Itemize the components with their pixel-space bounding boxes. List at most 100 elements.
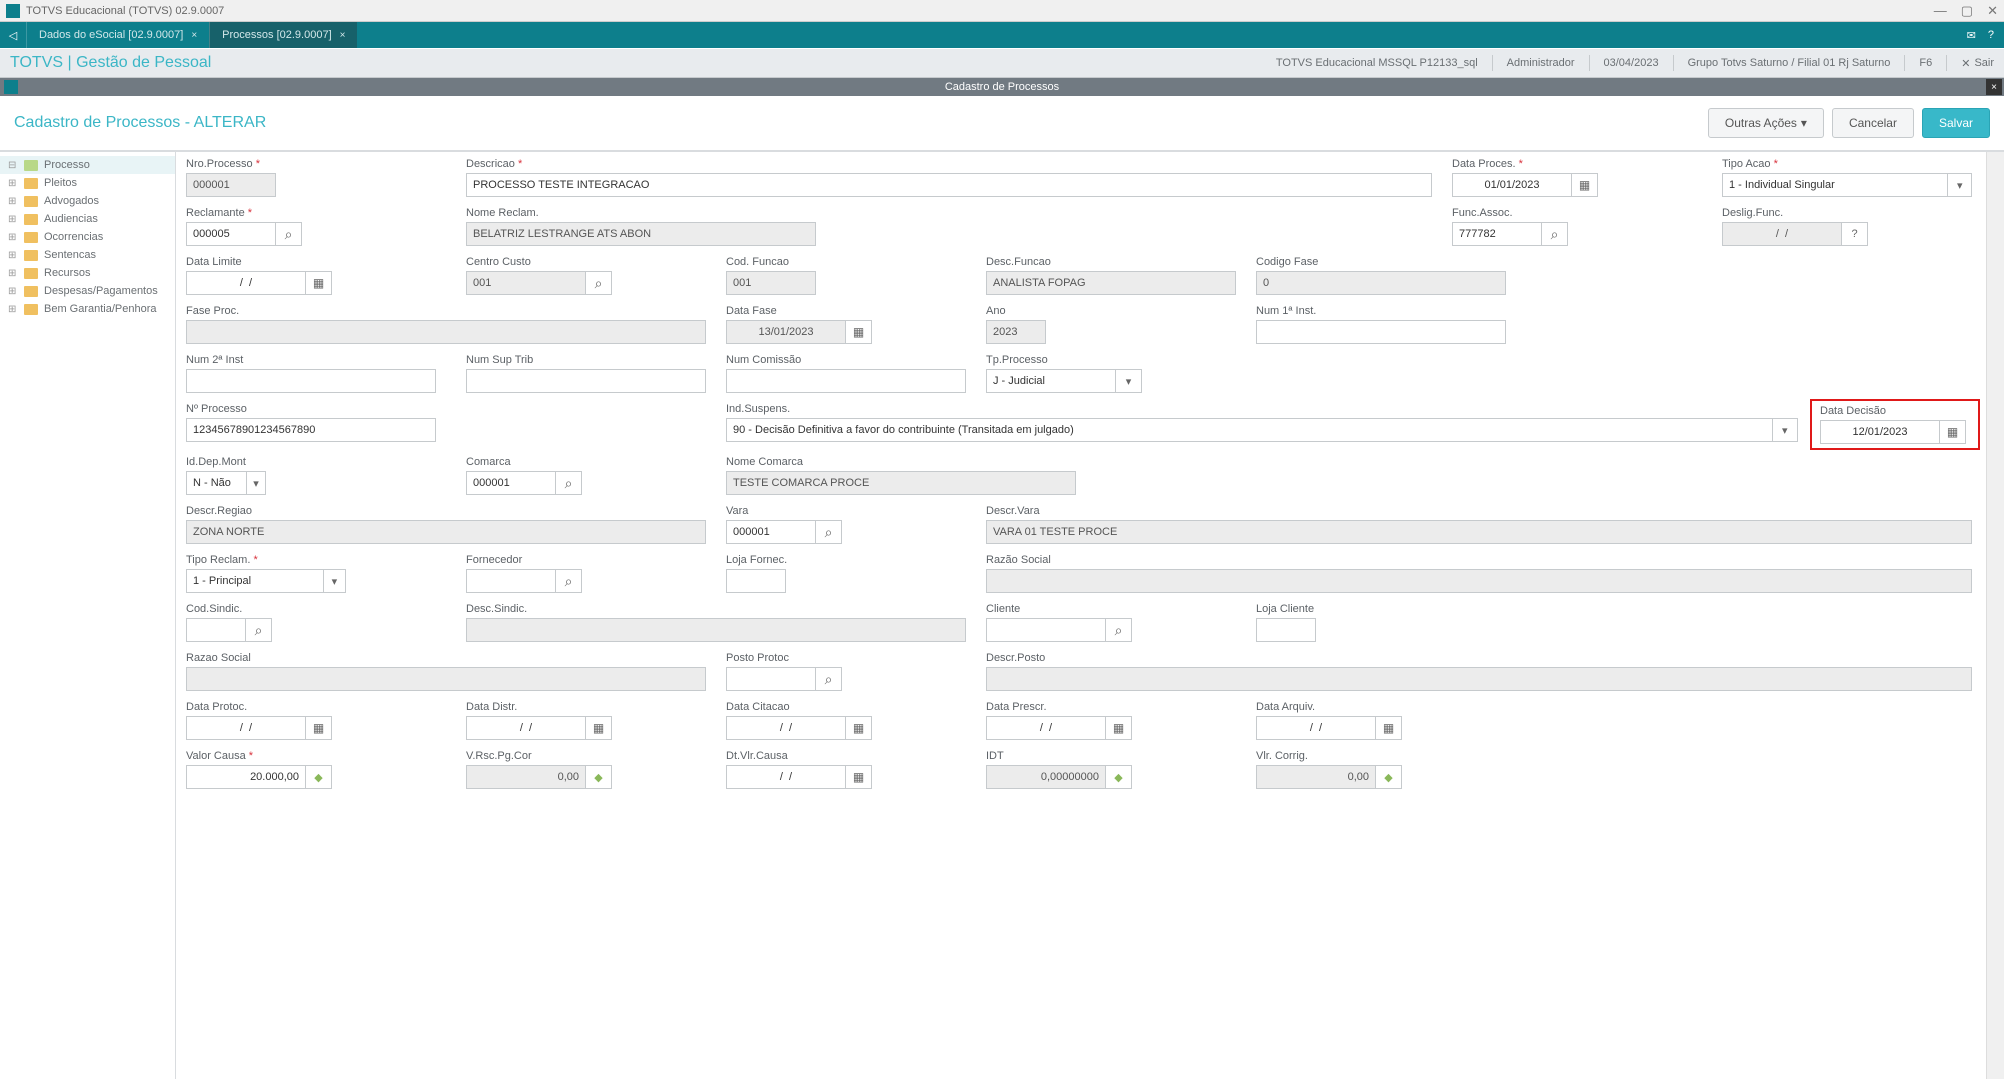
money-icon[interactable] (306, 765, 332, 789)
search-icon[interactable] (276, 222, 302, 246)
tree-node-garantia[interactable]: ⊞Bem Garantia/Penhora (0, 300, 175, 318)
search-icon[interactable] (1542, 222, 1568, 246)
cliente-input[interactable] (986, 618, 1106, 642)
comarca-input[interactable] (466, 471, 556, 495)
dropdown-icon[interactable] (1948, 173, 1972, 197)
tipoacao-select[interactable]: 1 - Individual Singular (1722, 173, 1948, 197)
dataproces-input[interactable] (1452, 173, 1572, 197)
expand-icon[interactable]: ⊞ (8, 178, 18, 189)
calendar-icon[interactable] (1572, 173, 1598, 197)
search-icon[interactable] (1106, 618, 1132, 642)
subwindow-header: Cadastro de Processos × (0, 78, 2004, 96)
search-icon[interactable] (816, 667, 842, 691)
scrollbar[interactable] (1986, 152, 2004, 1079)
search-icon[interactable] (816, 520, 842, 544)
money-icon[interactable] (1106, 765, 1132, 789)
money-icon[interactable] (586, 765, 612, 789)
descrregiao-input (186, 520, 706, 544)
expand-icon[interactable]: ⊞ (8, 196, 18, 207)
calendar-icon[interactable] (306, 271, 332, 295)
salvar-button[interactable]: Salvar (1922, 108, 1990, 138)
tree-node-sentencas[interactable]: ⊞Sentencas (0, 246, 175, 264)
expand-icon[interactable]: ⊟ (8, 160, 18, 171)
mail-icon[interactable]: ✉ (1967, 29, 1976, 42)
descricao-input[interactable] (466, 173, 1432, 197)
search-icon[interactable] (556, 471, 582, 495)
calendar-icon[interactable] (586, 716, 612, 740)
search-icon[interactable] (556, 569, 582, 593)
dataprotoc-input[interactable] (186, 716, 306, 740)
tpprocesso-select[interactable]: J - Judicial (986, 369, 1116, 393)
valorcausa-input[interactable] (186, 765, 306, 789)
reclamante-input[interactable] (186, 222, 276, 246)
numcomissao-input[interactable] (726, 369, 966, 393)
label-postoprotoc: Posto Protoc (726, 652, 966, 664)
dropdown-icon[interactable] (324, 569, 346, 593)
help-icon[interactable]: ? (1842, 222, 1868, 246)
nprocesso-input[interactable] (186, 418, 436, 442)
dropdown-icon[interactable] (1116, 369, 1142, 393)
select-value: J - Judicial (993, 375, 1045, 387)
datadecisao-input[interactable] (1820, 420, 1940, 444)
expand-icon[interactable]: ⊞ (8, 250, 18, 261)
calendar-icon[interactable] (1376, 716, 1402, 740)
tree-node-pleitos[interactable]: ⊞Pleitos (0, 174, 175, 192)
expand-icon[interactable]: ⊞ (8, 214, 18, 225)
dtvlrcausa-input[interactable] (726, 765, 846, 789)
calendar-icon[interactable] (306, 716, 332, 740)
label-descrvara: Descr.Vara (986, 505, 1972, 517)
tab-processos[interactable]: Processos [02.9.0007] × (209, 22, 357, 48)
num1inst-input[interactable] (1256, 320, 1506, 344)
tree-node-processo[interactable]: ⊟Processo (0, 156, 175, 174)
maximize-icon[interactable]: ▢ (1961, 3, 1973, 19)
iddepmont-select[interactable]: N - Não (186, 471, 247, 495)
outras-acoes-button[interactable]: Outras Ações ▾ (1708, 108, 1824, 138)
minimize-icon[interactable]: — (1934, 3, 1947, 19)
tree-node-audiencias[interactable]: ⊞Audiencias (0, 210, 175, 228)
datalimite-input[interactable] (186, 271, 306, 295)
expand-icon[interactable]: ⊞ (8, 304, 18, 315)
money-icon[interactable] (1376, 765, 1402, 789)
vara-input[interactable] (726, 520, 816, 544)
calendar-icon[interactable] (1106, 716, 1132, 740)
calendar-icon[interactable] (846, 765, 872, 789)
expand-icon[interactable]: ⊞ (8, 286, 18, 297)
help-icon[interactable]: ? (1988, 29, 1994, 41)
tab-close-icon[interactable]: × (191, 30, 197, 41)
calendar-icon[interactable] (846, 716, 872, 740)
indsuspens-select[interactable]: 90 - Decisão Definitiva a favor do contr… (726, 418, 1773, 442)
tree-node-recursos[interactable]: ⊞Recursos (0, 264, 175, 282)
search-icon[interactable] (586, 271, 612, 295)
cancelar-button[interactable]: Cancelar (1832, 108, 1914, 138)
dropdown-icon[interactable] (1773, 418, 1798, 442)
tree-node-advogados[interactable]: ⊞Advogados (0, 192, 175, 210)
exit-button[interactable]: ✕ Sair (1961, 57, 1994, 70)
funcassoc-input[interactable] (1452, 222, 1542, 246)
fornecedor-input[interactable] (466, 569, 556, 593)
codsindic-input[interactable] (186, 618, 246, 642)
search-icon[interactable] (246, 618, 272, 642)
postoprotoc-input[interactable] (726, 667, 816, 691)
expand-icon[interactable]: ⊞ (8, 232, 18, 243)
calendar-icon[interactable] (1940, 420, 1966, 444)
label-razaosocial: Razão Social (986, 554, 1972, 566)
lojafornec-input[interactable] (726, 569, 786, 593)
dataarquiv-input[interactable] (1256, 716, 1376, 740)
subwindow-close-icon[interactable]: × (1986, 79, 2002, 95)
numsuptrib-input[interactable] (466, 369, 706, 393)
datacitacao-input[interactable] (726, 716, 846, 740)
datadistr-input[interactable] (466, 716, 586, 740)
expand-icon[interactable]: ⊞ (8, 268, 18, 279)
tree-node-ocorrencias[interactable]: ⊞Ocorrencias (0, 228, 175, 246)
calendar-icon[interactable] (846, 320, 872, 344)
dropdown-icon[interactable] (247, 471, 266, 495)
close-icon[interactable]: ✕ (1987, 3, 1998, 19)
tiporeclam-select[interactable]: 1 - Principal (186, 569, 324, 593)
tab-dados-esocial[interactable]: Dados do eSocial [02.9.0007] × (26, 22, 209, 48)
tab-close-icon[interactable]: × (340, 30, 346, 41)
nav-back-icon[interactable]: ◁ (0, 22, 26, 48)
lojacliente-input[interactable] (1256, 618, 1316, 642)
tree-node-despesas[interactable]: ⊞Despesas/Pagamentos (0, 282, 175, 300)
dataprescr-input[interactable] (986, 716, 1106, 740)
num2inst-input[interactable] (186, 369, 436, 393)
